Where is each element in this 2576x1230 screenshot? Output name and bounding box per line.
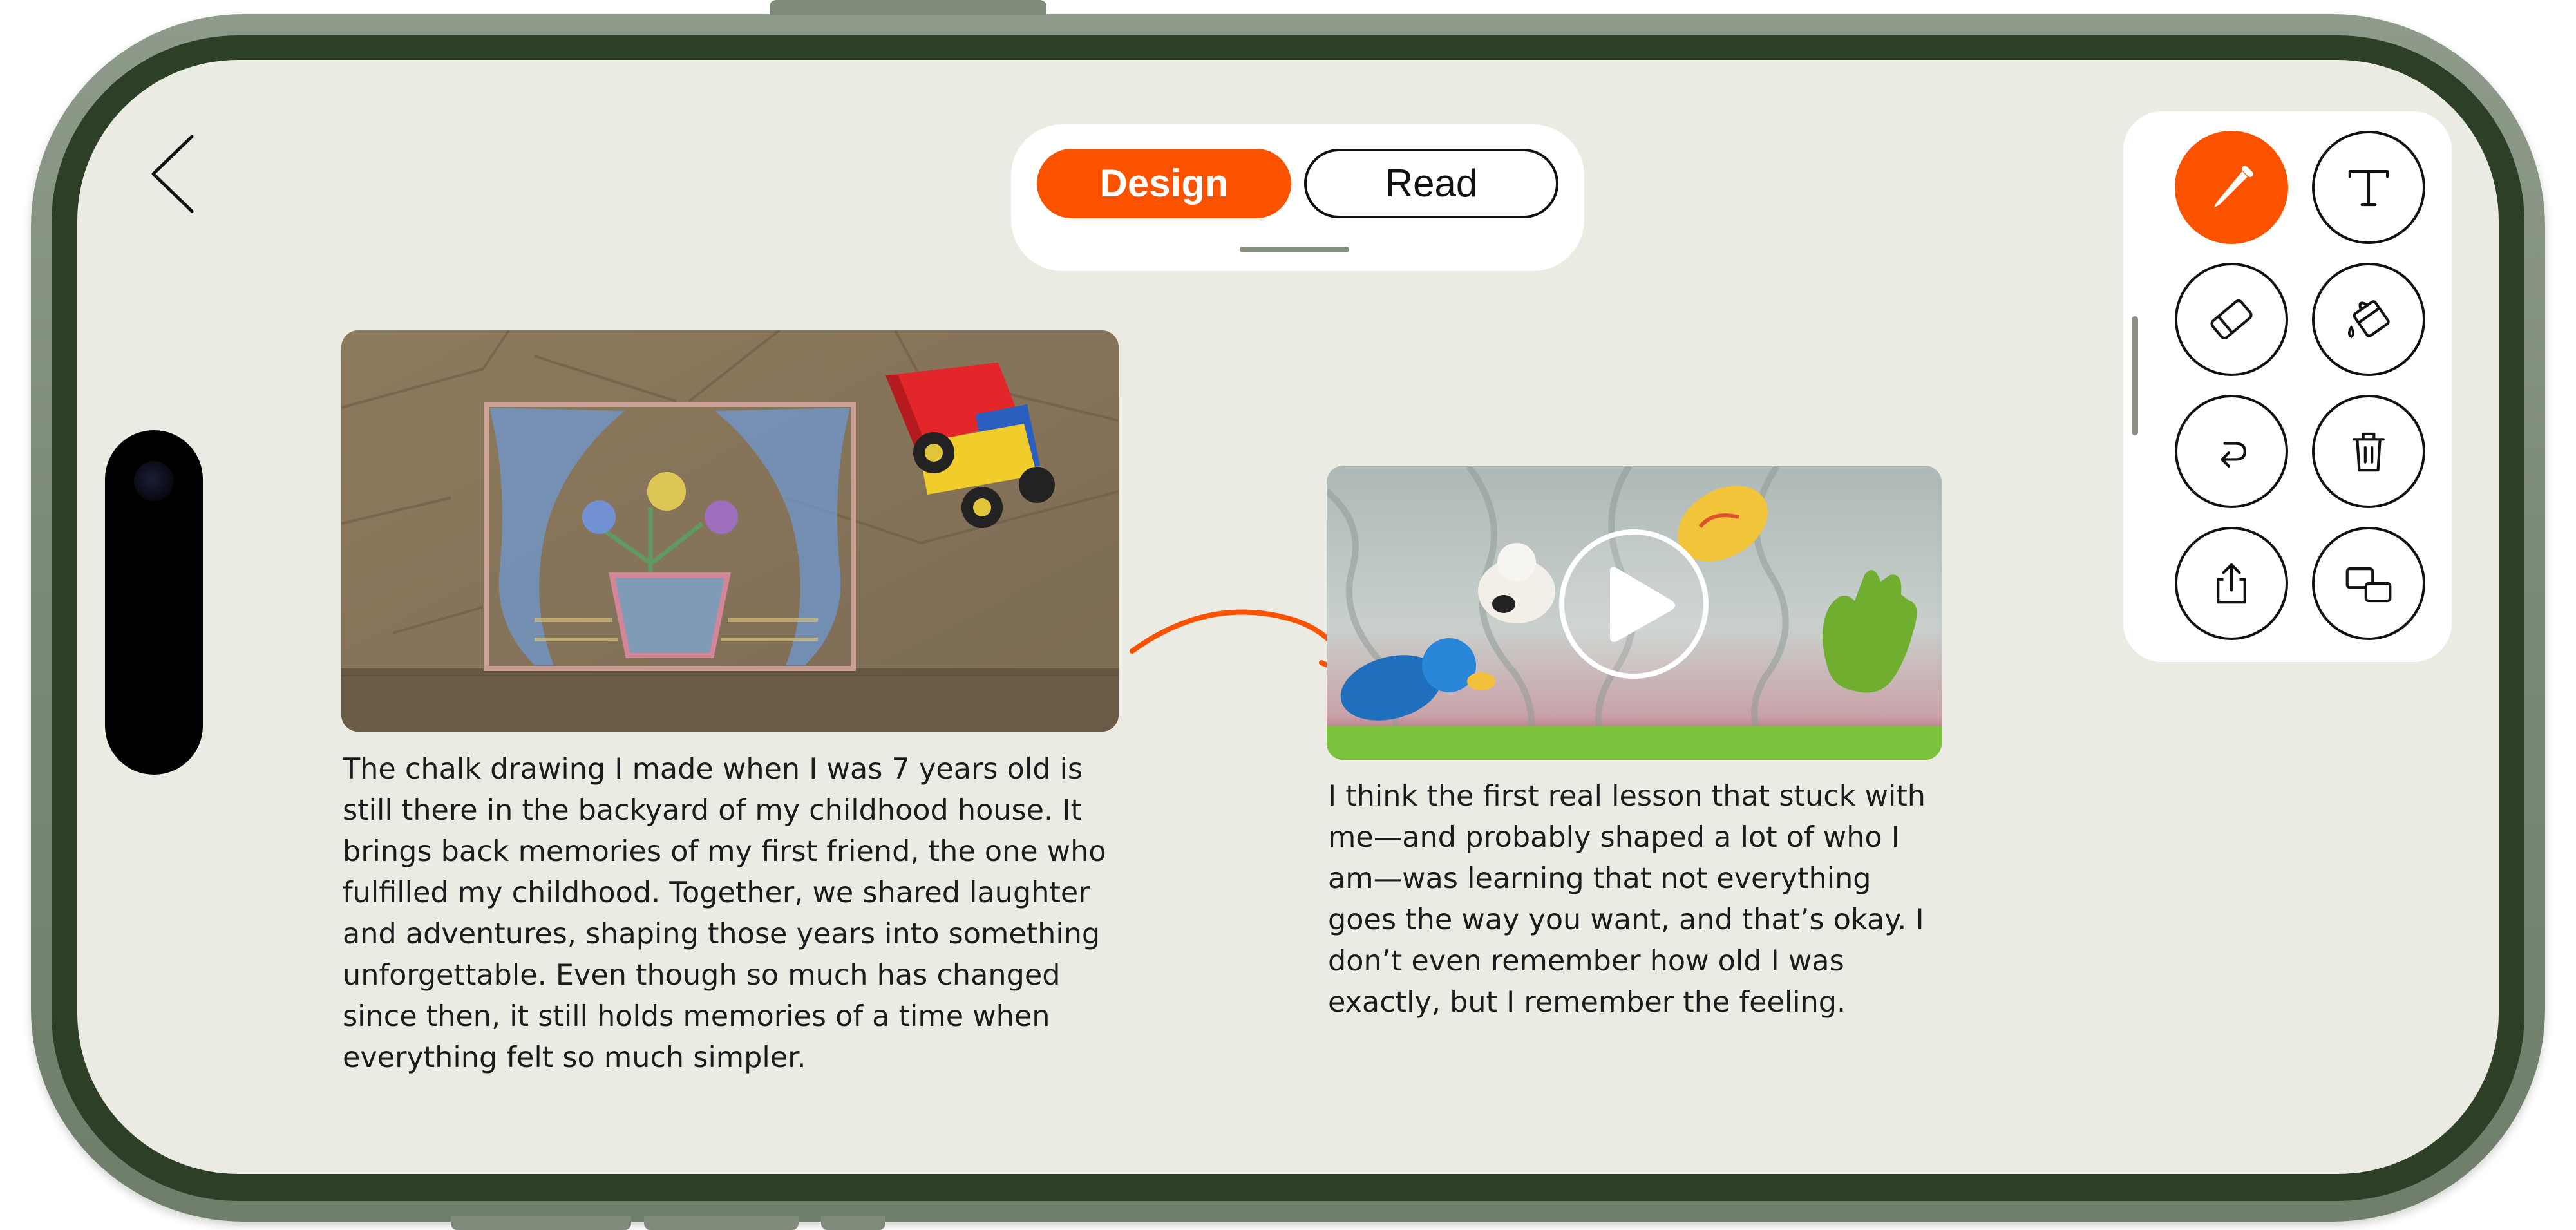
delete-tool-button[interactable]	[2312, 395, 2425, 508]
toolbar-scroll-indicator[interactable]	[2132, 316, 2138, 435]
card-caption-2[interactable]: I think the first real lesson that stuck…	[1328, 776, 1985, 1023]
bath-toys-image	[1327, 466, 1942, 760]
chalk-drawing-photo[interactable]	[341, 330, 1119, 732]
device-bottom-button	[451, 1216, 631, 1230]
fill-tool-button[interactable]	[2312, 263, 2425, 376]
arrange-tool-button[interactable]	[2312, 527, 2425, 640]
share-tool-button[interactable]	[2175, 527, 2288, 640]
read-mode-button[interactable]: Read	[1304, 149, 1558, 218]
camera-lens	[134, 461, 174, 501]
mode-segmented-control: Design Read	[1011, 124, 1584, 271]
device-bottom-button	[644, 1216, 799, 1230]
undo-tool-button[interactable]	[2175, 395, 2288, 508]
eraser-tool-button[interactable]	[2175, 263, 2288, 376]
device-bottom-button	[821, 1216, 886, 1230]
arrange-icon	[2345, 567, 2392, 603]
text-icon	[2348, 169, 2389, 207]
chalk-drawing-image	[341, 330, 1119, 732]
text-tool-button[interactable]	[2312, 131, 2425, 244]
chevron-left-icon	[151, 135, 194, 213]
eraser-icon	[2210, 299, 2253, 339]
back-button[interactable]	[142, 128, 213, 224]
drag-handle[interactable]	[1240, 247, 1349, 252]
trash-icon	[2353, 432, 2385, 472]
pencil-tool-button[interactable]	[2175, 131, 2288, 244]
pencil-icon	[2213, 166, 2253, 208]
tool-palette	[2123, 111, 2452, 662]
screen: Design Read The chalk drawing I made whe…	[77, 60, 2499, 1174]
paint-bucket-icon	[2348, 300, 2390, 339]
undo-icon	[2221, 442, 2246, 468]
design-mode-button[interactable]: Design	[1037, 149, 1291, 218]
bath-toys-video[interactable]	[1327, 466, 1942, 760]
card-caption-1[interactable]: The chalk drawing I made when I was 7 ye…	[343, 749, 1167, 1079]
share-icon	[2217, 563, 2246, 604]
camera-pill	[105, 430, 203, 775]
device-top-button	[770, 0, 1046, 15]
